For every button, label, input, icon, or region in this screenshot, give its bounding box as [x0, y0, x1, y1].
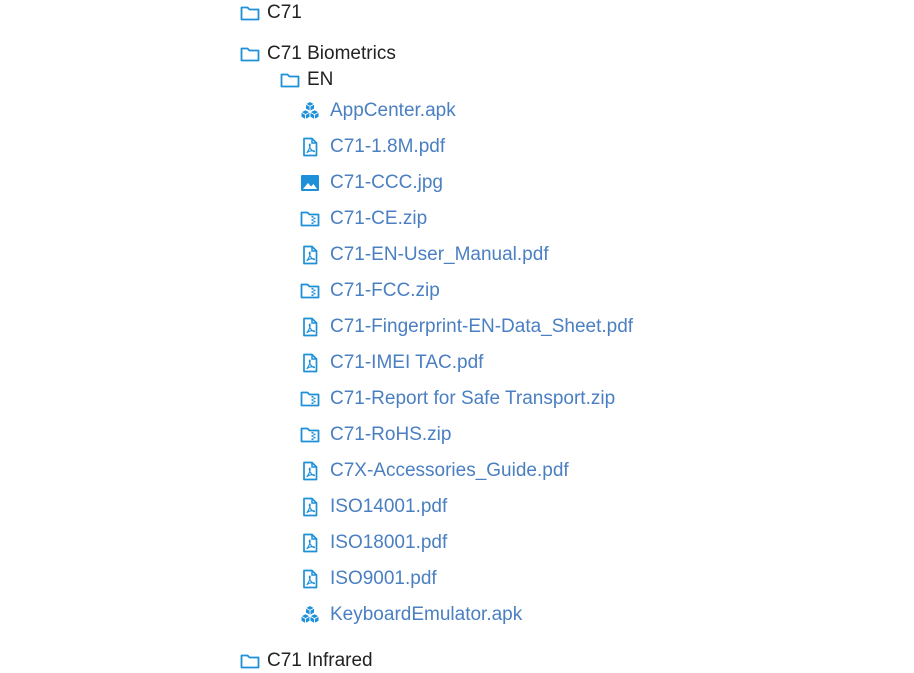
pdf-icon	[300, 137, 320, 157]
file-link[interactable]: C71-CE.zip	[330, 207, 427, 231]
file-link[interactable]: C71-RoHS.zip	[330, 423, 451, 447]
folder-c71-infrared[interactable]: C71 Infrared	[240, 649, 373, 673]
zip-folder-icon	[300, 425, 320, 445]
file-link[interactable]: ISO14001.pdf	[330, 495, 447, 519]
file-item[interactable]: KeyboardEmulator.apk	[300, 603, 522, 627]
file-item[interactable]: ISO14001.pdf	[300, 495, 447, 519]
file-item[interactable]: C71-1.8M.pdf	[300, 135, 445, 159]
file-link[interactable]: C71-EN-User_Manual.pdf	[330, 243, 549, 267]
file-link[interactable]: C71-CCC.jpg	[330, 171, 443, 195]
file-link[interactable]: KeyboardEmulator.apk	[330, 603, 522, 627]
folder-icon	[240, 44, 260, 64]
folder-label: C71	[267, 2, 302, 23]
file-item[interactable]: C7X-Accessories_Guide.pdf	[300, 459, 569, 483]
file-item[interactable]: C71-IMEI TAC.pdf	[300, 351, 483, 375]
file-link[interactable]: ISO18001.pdf	[330, 531, 447, 555]
file-item[interactable]: C71-CE.zip	[300, 207, 427, 231]
folder-c71[interactable]: C71	[240, 1, 302, 25]
package-icon	[300, 605, 320, 625]
pdf-icon	[300, 461, 320, 481]
pdf-icon	[300, 353, 320, 373]
image-icon	[300, 173, 320, 193]
zip-folder-icon	[300, 389, 320, 409]
file-item[interactable]: C71-RoHS.zip	[300, 423, 451, 447]
file-item[interactable]: C71-EN-User_Manual.pdf	[300, 243, 549, 267]
file-item[interactable]: AppCenter.apk	[300, 99, 456, 123]
file-link[interactable]: AppCenter.apk	[330, 99, 456, 123]
zip-folder-icon	[300, 281, 320, 301]
folder-icon	[240, 651, 260, 671]
folder-label: C71 Biometrics	[267, 43, 396, 64]
pdf-icon	[300, 497, 320, 517]
pdf-icon	[300, 317, 320, 337]
file-link[interactable]: ISO9001.pdf	[330, 567, 437, 591]
file-link[interactable]: C71-Fingerprint-EN-Data_Sheet.pdf	[330, 315, 633, 339]
pdf-icon	[300, 569, 320, 589]
folder-label: C71 Infrared	[267, 650, 373, 671]
pdf-icon	[300, 533, 320, 553]
package-icon	[300, 101, 320, 121]
zip-folder-icon	[300, 209, 320, 229]
folder-c71-biometrics[interactable]: C71 Biometrics	[240, 42, 396, 66]
folder-label: EN	[307, 69, 334, 90]
file-item[interactable]: ISO18001.pdf	[300, 531, 447, 555]
file-item[interactable]: C71-Report for Safe Transport.zip	[300, 387, 615, 411]
file-item[interactable]: C71-Fingerprint-EN-Data_Sheet.pdf	[300, 315, 633, 339]
file-link[interactable]: C71-FCC.zip	[330, 279, 440, 303]
file-item[interactable]: C71-FCC.zip	[300, 279, 440, 303]
file-link[interactable]: C71-Report for Safe Transport.zip	[330, 387, 615, 411]
file-tree: C71 C71 Biometrics EN AppCenter.apk C71-…	[0, 0, 914, 673]
file-link[interactable]: C71-1.8M.pdf	[330, 135, 445, 159]
file-link[interactable]: C7X-Accessories_Guide.pdf	[330, 459, 569, 483]
file-item[interactable]: C71-CCC.jpg	[300, 171, 443, 195]
file-item[interactable]: ISO9001.pdf	[300, 567, 437, 591]
folder-icon	[280, 70, 300, 90]
pdf-icon	[300, 245, 320, 265]
file-link[interactable]: C71-IMEI TAC.pdf	[330, 351, 483, 375]
folder-icon	[240, 3, 260, 23]
folder-en[interactable]: EN	[280, 68, 333, 92]
